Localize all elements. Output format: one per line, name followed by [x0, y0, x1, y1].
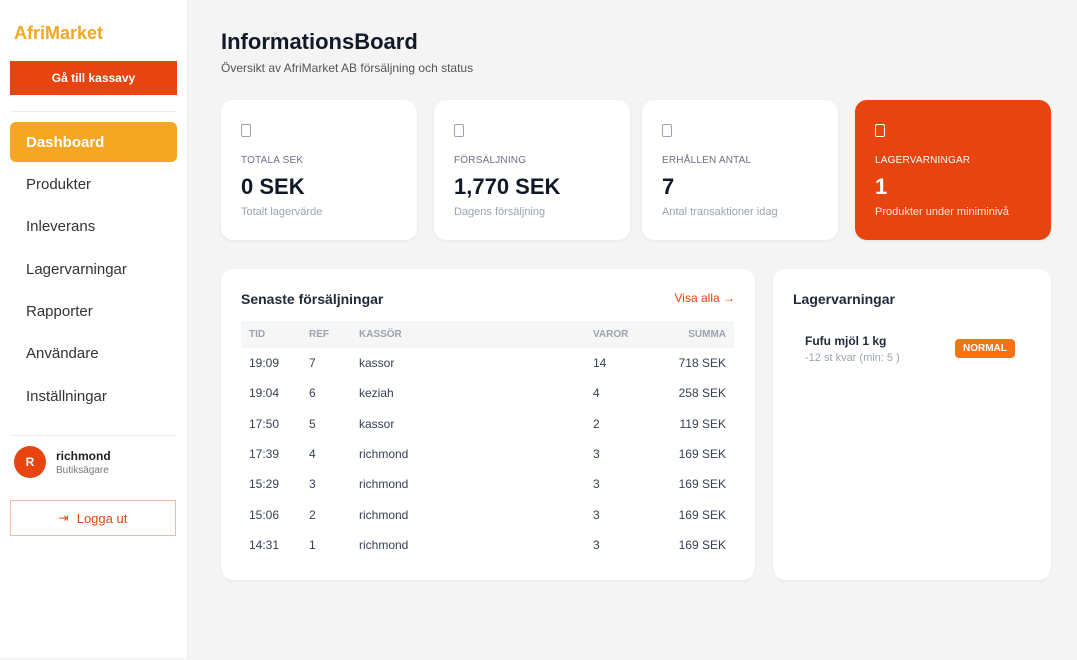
table-row[interactable]: 17:50 5 kassor 2 119 SEK [241, 409, 734, 439]
logout-label: Logga ut [76, 510, 128, 526]
table-row[interactable]: 19:09 7 kassor 14 718 SEK [241, 348, 734, 378]
table-cell: kassor [359, 416, 395, 431]
divider [10, 111, 177, 112]
nav-item-receiving[interactable]: Inleverans [10, 207, 177, 247]
stat-label: TOTALA SEK [241, 155, 304, 166]
table-cell: 119 SEK [679, 416, 726, 431]
stat-card-total: TOTALA SEK 0 SEK Totalt lagervärde [221, 100, 417, 240]
table-cell: 169 SEK [678, 507, 726, 522]
go-to-pos-button[interactable]: Gå till kassavy [10, 61, 177, 95]
table-row[interactable]: 15:06 2 richmond 3 169 SEK [241, 499, 734, 529]
table-cell: 3 [593, 507, 600, 522]
stat-label: FÖRSÄLJNING [454, 155, 527, 166]
table-cell: 2 [593, 416, 600, 431]
nav-item-settings[interactable]: Inställningar [10, 376, 177, 416]
table-cell: 169 SEK [678, 477, 726, 492]
status-badge: NORMAL [955, 339, 1015, 358]
stat-description: Dagens försäljning [454, 206, 546, 218]
table-row[interactable]: 19:04 6 keziah 4 258 SEK [241, 378, 734, 408]
stat-icon [662, 124, 672, 137]
table-cell: kassor [359, 356, 395, 371]
table-cell: 6 [309, 386, 316, 401]
page-title: InformationsBoard [221, 29, 418, 54]
column-header: VAROR [585, 321, 655, 348]
stat-value: 1,770 SEK [454, 174, 561, 199]
table-cell: 1 [309, 537, 316, 552]
table-cell: 19:04 [249, 386, 280, 401]
nav-item-users[interactable]: Användare [10, 334, 177, 374]
user-profile: R richmond Butiksägare [14, 446, 111, 478]
table-cell: 258 SEK [678, 386, 726, 401]
table-cell: 19:09 [249, 356, 280, 371]
table-row[interactable]: 14:31 1 richmond 3 169 SEK [241, 530, 734, 560]
nav-item-stock-alerts[interactable]: Lagervarningar [10, 249, 177, 289]
user-name: richmond [56, 448, 111, 463]
divider [10, 435, 177, 436]
recent-sales-title: Senaste försäljningar [241, 291, 384, 307]
sidebar-nav: Dashboard Produkter Inleverans Lagervarn… [10, 122, 177, 419]
stat-card-transactions: ERHÅLLEN ANTAL 7 Antal transaktioner ida… [642, 100, 838, 240]
stat-icon [241, 124, 251, 137]
stat-label: LAGERVARNINGAR [875, 155, 971, 166]
table-cell: 718 SEK [678, 356, 726, 371]
table-cell: keziah [359, 386, 394, 401]
stat-description: Totalt lagervärde [241, 206, 323, 218]
view-all-link[interactable]: Visa alla → [675, 291, 735, 305]
table-cell: 4 [593, 386, 600, 401]
column-header: SUMMA [655, 321, 734, 348]
nav-item-reports[interactable]: Rapporter [10, 292, 177, 332]
column-header: TID [241, 321, 301, 348]
table-cell: 169 SEK [678, 537, 726, 552]
table-cell: 3 [593, 537, 600, 552]
stat-description: Antal transaktioner idag [662, 206, 778, 218]
sidebar: AfriMarket Gå till kassavy Dashboard Pro… [0, 0, 188, 658]
table-cell: richmond [359, 537, 409, 552]
sales-table: TID REF KASSÖR VAROR SUMMA 19:09 7 kassor 1… [241, 321, 734, 560]
stock-alerts-card: Lagervarningar Fufu mjöl 1 kg -12 st kva… [773, 269, 1051, 580]
stat-label: ERHÅLLEN ANTAL [662, 155, 752, 166]
table-cell: 3 [593, 477, 600, 492]
table-cell: 14 [593, 356, 607, 371]
table-cell: 169 SEK [678, 447, 726, 462]
table-cell: 2 [309, 507, 316, 522]
table-cell: richmond [359, 477, 409, 492]
recent-sales-card: Senaste försäljningar Visa alla → TID RE… [221, 269, 755, 580]
table-row[interactable]: 15:29 3 richmond 3 169 SEK [241, 469, 734, 499]
table-cell: 4 [309, 447, 316, 462]
table-cell: richmond [359, 447, 409, 462]
user-role: Butiksägare [56, 464, 109, 476]
stock-alerts-title: Lagervarningar [793, 291, 895, 307]
brand-logo: AfriMarket [14, 23, 104, 43]
table-cell: 17:50 [249, 416, 280, 431]
nav-item-products[interactable]: Produkter [10, 164, 177, 204]
stat-icon [454, 124, 464, 137]
stat-card-sales: FÖRSÄLJNING 1,770 SEK Dagens försäljning [434, 100, 630, 240]
stat-value: 0 SEK [241, 174, 305, 199]
column-header: KASSÖR [351, 321, 585, 348]
table-cell: 15:06 [249, 507, 280, 522]
table-cell: richmond [359, 507, 409, 522]
table-header-row: TID REF KASSÖR VAROR SUMMA [241, 321, 734, 348]
stock-alert-item[interactable]: Fufu mjöl 1 kg -12 st kvar (min: 5 ) NOR… [805, 334, 1019, 364]
table-cell: 7 [309, 356, 316, 371]
column-header: REF [301, 321, 351, 348]
logout-button[interactable]: ⇥ Logga ut [10, 500, 176, 536]
stat-value: 7 [662, 174, 675, 199]
table-cell: 14:31 [249, 537, 280, 552]
table-cell: 5 [309, 416, 316, 431]
stat-description: Produkter under miniminivå [875, 206, 1009, 218]
stat-card-stock-alerts[interactable]: LAGERVARNINGAR 1 Produkter under minimin… [855, 100, 1051, 240]
stat-icon [875, 124, 885, 137]
table-row[interactable]: 17:39 4 richmond 3 169 SEK [241, 439, 734, 469]
table-cell: 3 [593, 447, 600, 462]
page-subtitle: Översikt av AfriMarket AB försäljning oc… [221, 61, 474, 75]
table-cell: 3 [309, 477, 316, 492]
table-cell: 17:39 [249, 447, 280, 462]
avatar: R [14, 446, 46, 478]
nav-item-dashboard[interactable]: Dashboard [10, 122, 177, 162]
stat-value: 1 [875, 174, 888, 199]
table-cell: 15:29 [249, 477, 280, 492]
logout-icon: ⇥ [58, 511, 69, 525]
